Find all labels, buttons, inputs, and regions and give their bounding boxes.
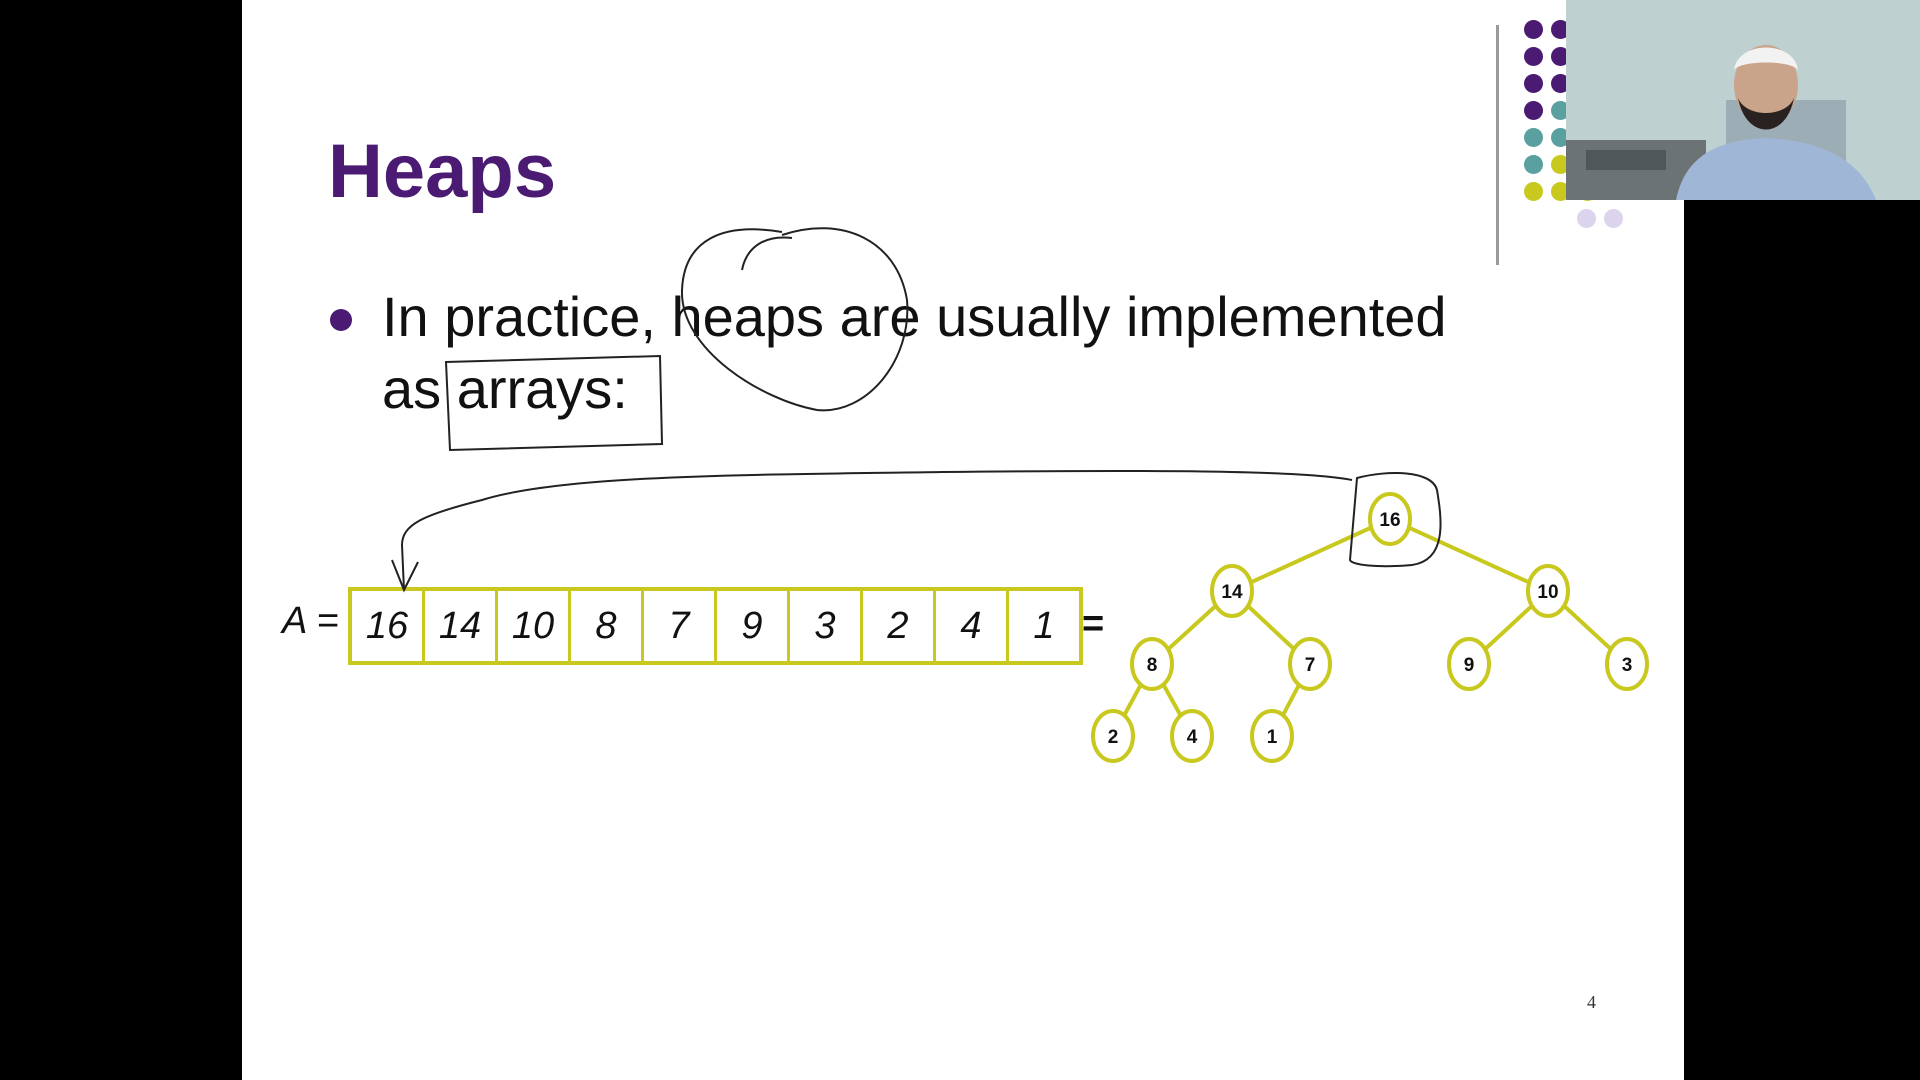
pen-annotations bbox=[391, 227, 1442, 593]
presenter-video-icon bbox=[1566, 0, 1920, 200]
arrow-head-icon bbox=[391, 559, 419, 593]
root-box-annotation bbox=[1348, 472, 1442, 568]
webcam-video bbox=[1566, 0, 1920, 200]
arrow-annotation-line bbox=[400, 469, 1353, 591]
box-annotation bbox=[444, 354, 664, 452]
page-number: 4 bbox=[1587, 992, 1596, 1012]
circle-annotation-tail bbox=[741, 236, 793, 271]
circle-annotation bbox=[680, 227, 909, 412]
slide: Heaps In practice, heaps are usually imp… bbox=[242, 0, 1684, 1080]
